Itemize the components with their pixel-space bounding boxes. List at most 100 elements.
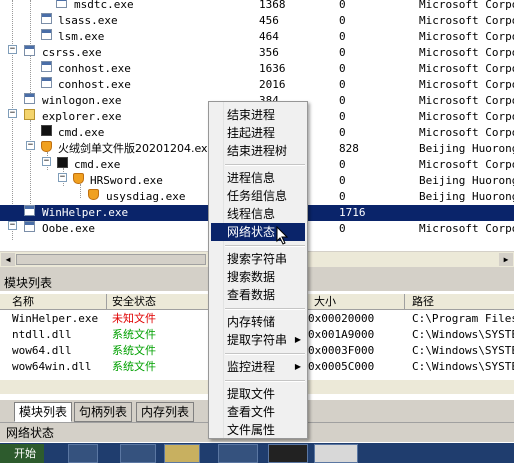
process-company: Beijing Huorong — [419, 190, 514, 203]
process-threads: 0 — [339, 30, 346, 43]
process-threads: 0 — [339, 14, 346, 27]
menu-item-kill-process[interactable]: 结束进程 — [211, 106, 305, 124]
taskbar-app-icon[interactable] — [68, 444, 98, 463]
window-icon — [56, 0, 67, 8]
taskbar-app-icon[interactable] — [120, 444, 156, 463]
process-threads: 0 — [339, 126, 346, 139]
tab-modules[interactable]: 模块列表 — [14, 402, 73, 422]
process-company: Microsoft Corpor — [419, 0, 514, 11]
process-row[interactable]: conhost.exe 1636 0 Microsoft Corpor — [0, 61, 514, 77]
menu-item-label: 监控进程 — [227, 360, 276, 374]
process-name: winlogon.exe — [42, 94, 122, 107]
taskbar-app-icon[interactable] — [218, 444, 258, 463]
process-company: Microsoft Corpor — [419, 158, 514, 171]
module-name: wow64win.dll — [12, 360, 92, 373]
menu-item-kill-process-tree[interactable]: 结束进程树 — [211, 142, 305, 160]
collapse-toggle[interactable]: − — [8, 221, 17, 230]
scroll-left-icon[interactable]: ◀ — [1, 253, 15, 266]
column-divider[interactable] — [106, 294, 107, 309]
context-menu: 结束进程 挂起进程 结束进程树 进程信息 任务组信息 线程信息 网络状态 搜索字… — [208, 101, 308, 439]
window-icon — [41, 77, 52, 88]
process-threads: 0 — [339, 222, 346, 235]
process-name: Oobe.exe — [42, 222, 95, 235]
window-icon — [41, 61, 52, 72]
huorong-icon — [88, 189, 99, 200]
tab-handles[interactable]: 句柄列表 — [74, 402, 133, 422]
menu-item-file-properties[interactable]: 文件属性 — [211, 421, 305, 439]
collapse-toggle[interactable]: − — [26, 141, 35, 150]
menu-item-monitor-process[interactable]: 监控进程 ▶ — [211, 358, 305, 376]
huorong-icon — [41, 141, 52, 152]
column-header-path[interactable]: 路径 — [412, 294, 434, 309]
menu-separator — [225, 308, 305, 310]
process-row[interactable]: − csrss.exe 356 0 Microsoft Corpor — [0, 45, 514, 61]
module-size: 0x0003F000 — [308, 344, 375, 357]
menu-item-network-status[interactable]: 网络状态 — [211, 223, 305, 241]
menu-item-search-data[interactable]: 搜索数据 — [211, 268, 305, 286]
menu-item-suspend-process[interactable]: 挂起进程 — [211, 124, 305, 142]
process-threads: 0 — [339, 174, 346, 187]
scrollbar-thumb[interactable] — [16, 254, 206, 265]
process-row[interactable]: lsass.exe 456 0 Microsoft Corpor — [0, 13, 514, 29]
process-pid: 356 — [259, 46, 279, 59]
process-company: Microsoft Corpor — [419, 30, 514, 43]
process-threads: 0 — [339, 46, 346, 59]
module-security-status: 系统文件 — [112, 344, 156, 357]
tab-memory[interactable]: 内存列表 — [136, 402, 195, 422]
process-company: Microsoft Corpor — [419, 78, 514, 91]
window-icon — [24, 221, 35, 232]
process-name: WinHelper.exe — [42, 206, 129, 219]
folder-icon[interactable] — [164, 444, 200, 463]
window-icon — [41, 13, 52, 24]
process-row[interactable]: conhost.exe 2016 0 Microsoft Corpor — [0, 77, 514, 93]
menu-item-view-data[interactable]: 查看数据 — [211, 286, 305, 304]
process-name: csrss.exe — [42, 46, 102, 59]
collapse-toggle[interactable]: − — [42, 157, 51, 166]
process-name: cmd.exe — [58, 126, 105, 139]
taskbar: 开始 — [0, 443, 514, 463]
module-size: 0x001A9000 — [308, 328, 375, 341]
process-threads: 0 — [339, 158, 346, 171]
module-security-status: 系统文件 — [112, 328, 156, 341]
collapse-toggle[interactable]: − — [8, 45, 17, 54]
process-company: Microsoft Corpor — [419, 62, 514, 75]
cmd-icon — [57, 157, 68, 168]
process-threads: 0 — [339, 190, 346, 203]
process-company: Microsoft Corpor — [419, 126, 514, 139]
process-name: conhost.exe — [58, 78, 131, 91]
window-icon — [24, 93, 35, 104]
menu-separator — [225, 245, 305, 247]
process-company: Microsoft Corpor — [419, 94, 514, 107]
huorong-icon — [73, 173, 84, 184]
menu-item-thread-info[interactable]: 线程信息 — [211, 205, 305, 223]
menu-item-memory-dump[interactable]: 内存转储 — [211, 313, 305, 331]
column-header-size[interactable]: 大小 — [314, 294, 336, 309]
menu-separator — [225, 353, 305, 355]
column-divider[interactable] — [404, 294, 405, 309]
menu-item-search-string[interactable]: 搜索字符串 — [211, 250, 305, 268]
menu-separator — [225, 380, 305, 382]
cmd-icon — [41, 125, 52, 136]
menu-item-extract-string[interactable]: 提取字符串 ▶ — [211, 331, 305, 349]
menu-item-process-info[interactable]: 进程信息 — [211, 169, 305, 187]
menu-item-view-file[interactable]: 查看文件 — [211, 403, 305, 421]
module-security-status: 系统文件 — [112, 360, 156, 373]
menu-item-extract-file[interactable]: 提取文件 — [211, 385, 305, 403]
collapse-toggle[interactable]: − — [8, 109, 17, 118]
process-company: Microsoft Corpor — [419, 110, 514, 123]
process-threads: 0 — [339, 62, 346, 75]
submenu-arrow-icon: ▶ — [294, 362, 301, 371]
process-row[interactable]: msdtc.exe 1368 0 Microsoft Corpor — [0, 0, 514, 13]
process-pid: 1636 — [259, 62, 286, 75]
huorong-icon[interactable] — [314, 444, 358, 463]
scroll-right-icon[interactable]: ▶ — [499, 253, 513, 266]
process-threads: 0 — [339, 94, 346, 107]
cmd-icon[interactable] — [268, 444, 308, 463]
column-header-security[interactable]: 安全状态 — [112, 294, 156, 309]
menu-item-job-info[interactable]: 任务组信息 — [211, 187, 305, 205]
collapse-toggle[interactable]: − — [58, 173, 67, 182]
column-header-name[interactable]: 名称 — [12, 294, 34, 309]
start-button[interactable]: 开始 — [0, 444, 44, 463]
process-row[interactable]: lsm.exe 464 0 Microsoft Corpor — [0, 29, 514, 45]
process-name: usysdiag.exe — [106, 190, 186, 203]
